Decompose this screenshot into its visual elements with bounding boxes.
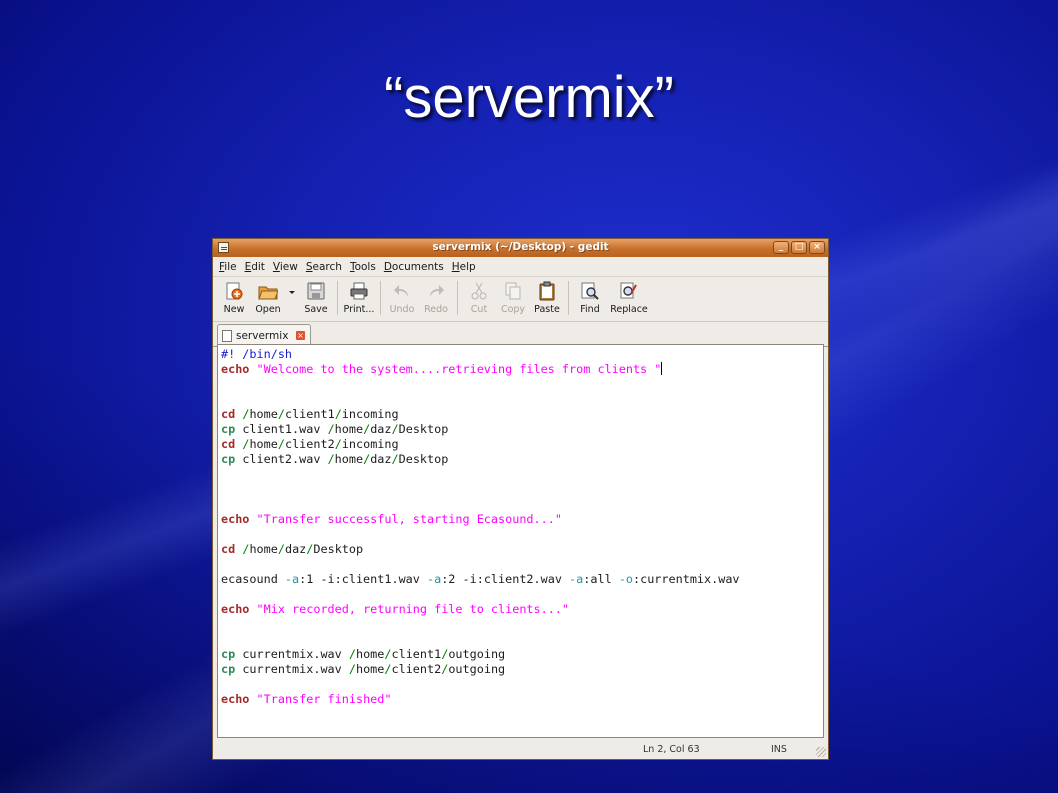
open-recent-dropdown[interactable] <box>285 279 299 304</box>
copy-icon <box>505 282 521 300</box>
window-title: servermix (~/Desktop) - gedit <box>432 241 609 253</box>
menu-view[interactable]: View <box>273 261 298 273</box>
cursor-position: Ln 2, Col 63 <box>643 744 700 755</box>
save-button[interactable]: Save <box>299 279 333 315</box>
code-content[interactable]: #! /bin/sh echo "Welcome to the system..… <box>218 345 823 707</box>
find-magnifier-icon <box>581 282 599 300</box>
open-button[interactable]: Open <box>251 279 285 315</box>
text-editor[interactable]: #! /bin/sh echo "Welcome to the system..… <box>217 344 824 738</box>
menu-tools[interactable]: Tools <box>350 261 376 273</box>
text-cursor <box>661 362 663 375</box>
close-tab-icon[interactable]: × <box>296 331 305 340</box>
replace-button[interactable]: Replace <box>607 279 651 315</box>
maximize-button[interactable]: □ <box>791 241 807 254</box>
toolbar-separator <box>380 281 381 315</box>
undo-arrow-icon <box>394 285 408 297</box>
clipboard-paste-icon <box>539 281 555 301</box>
print-button[interactable]: Print... <box>342 279 376 315</box>
menu-bar: File Edit View Search Tools Documents He… <box>213 257 828 277</box>
menu-search[interactable]: Search <box>306 261 342 273</box>
scissors-icon <box>471 282 487 300</box>
resize-grip[interactable] <box>816 747 826 757</box>
gedit-window: servermix (~/Desktop) - gedit _ □ × File… <box>212 238 829 760</box>
document-icon <box>222 329 232 342</box>
paste-button[interactable]: Paste <box>530 279 564 315</box>
toolbar-separator <box>337 281 338 315</box>
dropdown-arrow-icon <box>289 291 295 294</box>
redo-arrow-icon <box>430 285 444 297</box>
minimize-button[interactable]: _ <box>773 241 789 254</box>
copy-button[interactable]: Copy <box>496 279 530 315</box>
insert-mode: INS <box>771 744 787 755</box>
menu-documents[interactable]: Documents <box>384 261 444 273</box>
new-button[interactable]: New <box>217 279 251 315</box>
menu-edit[interactable]: Edit <box>245 261 265 273</box>
close-window-button[interactable]: × <box>809 241 825 254</box>
tab-servermix[interactable]: servermix × <box>217 324 311 346</box>
slide-title: “servermix” <box>384 65 674 130</box>
menu-file[interactable]: File <box>219 261 237 273</box>
title-bar[interactable]: servermix (~/Desktop) - gedit _ □ × <box>213 239 828 257</box>
status-bar: Ln 2, Col 63 INS <box>213 740 828 759</box>
undo-button[interactable]: Undo <box>385 279 419 315</box>
menu-help[interactable]: Help <box>452 261 476 273</box>
new-document-icon <box>226 282 243 300</box>
toolbar-separator <box>568 281 569 315</box>
cut-button[interactable]: Cut <box>462 279 496 315</box>
toolbar: New Open Save Print... Undo Redo Cut Cop… <box>213 277 828 322</box>
redo-button[interactable]: Redo <box>419 279 453 315</box>
tab-label: servermix <box>236 329 289 342</box>
replace-icon <box>620 282 637 299</box>
open-folder-icon <box>258 286 278 300</box>
find-button[interactable]: Find <box>573 279 607 315</box>
printer-icon <box>350 282 368 300</box>
toolbar-separator <box>457 281 458 315</box>
save-disk-icon <box>307 282 325 300</box>
